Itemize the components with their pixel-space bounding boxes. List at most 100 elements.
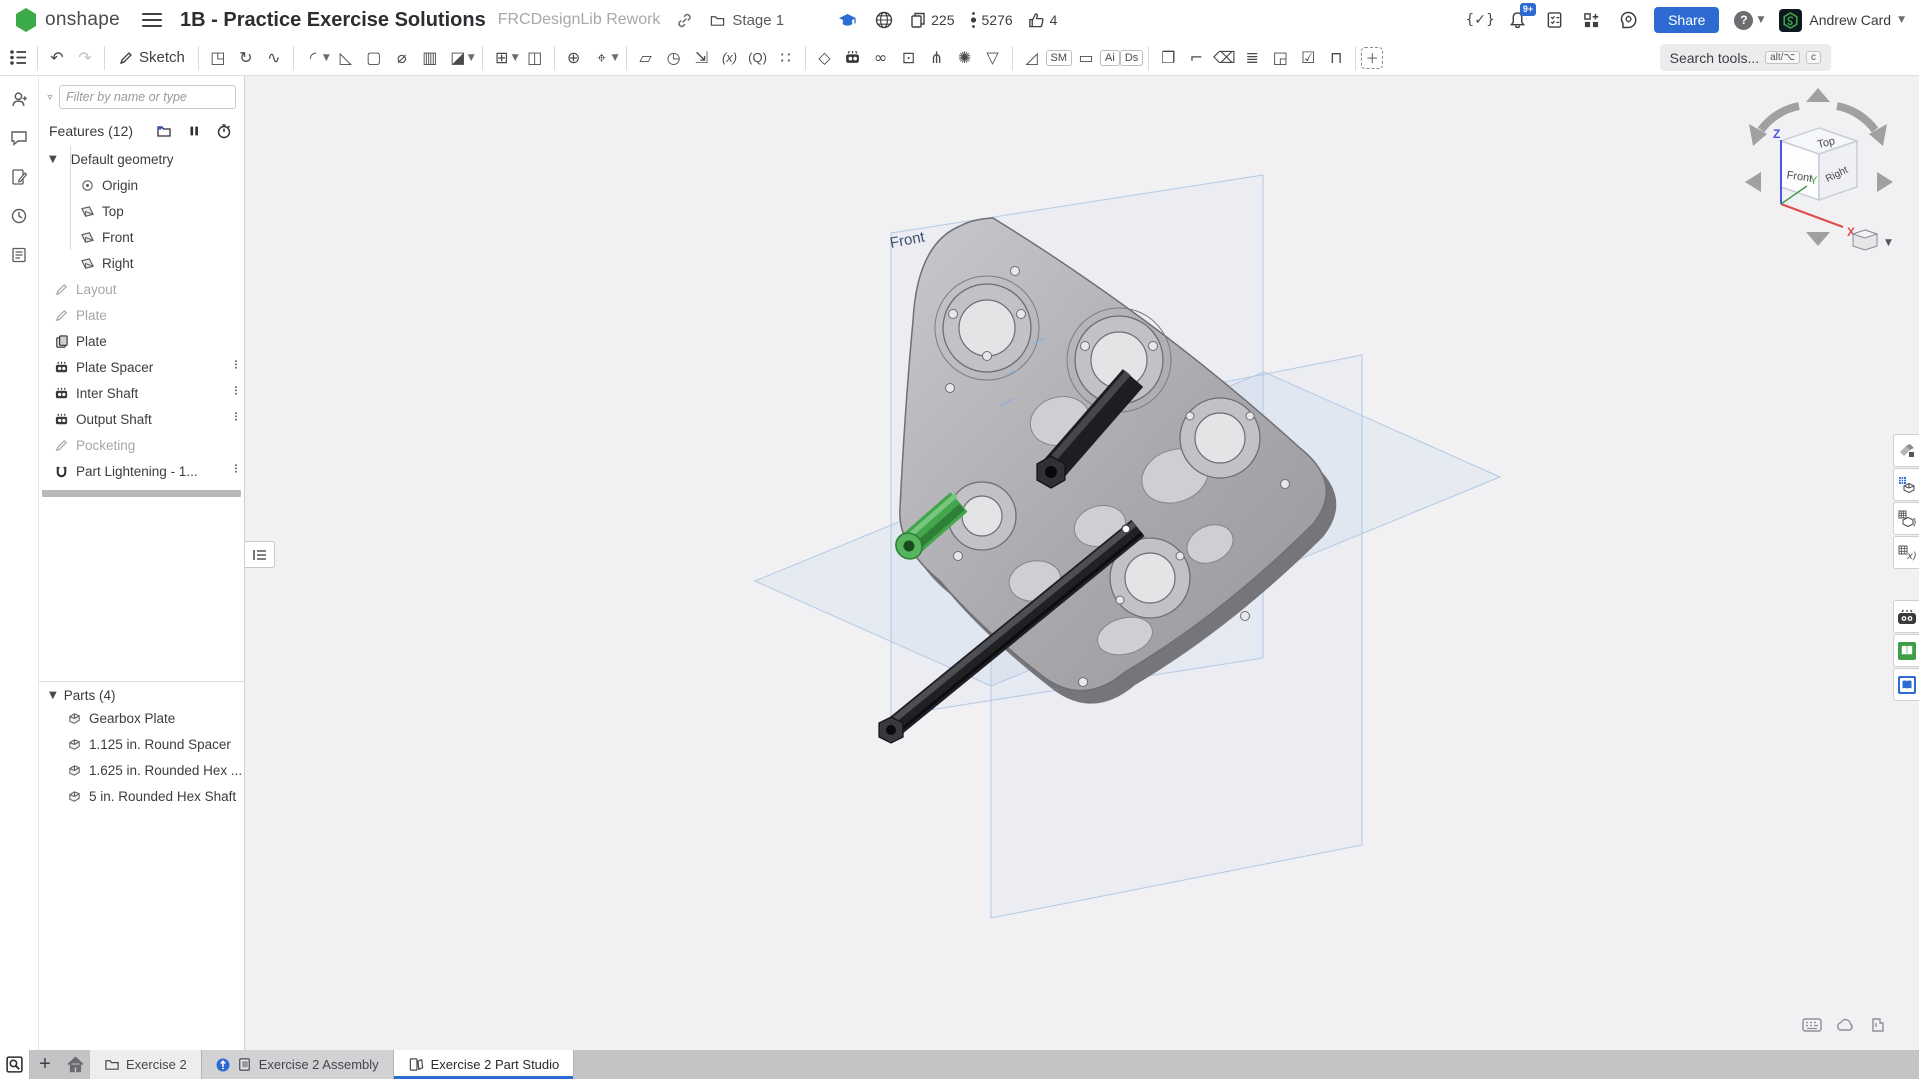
history-icon[interactable] (8, 205, 30, 227)
custom-feature-icon[interactable]: ⊡ (895, 44, 923, 72)
origin-marker[interactable] (1122, 525, 1130, 533)
green-library-panel-tab[interactable] (1893, 634, 1919, 667)
ai-advisor-icon[interactable] (1617, 9, 1639, 31)
suppress-icon[interactable] (184, 120, 204, 142)
comments-icon[interactable] (8, 127, 30, 149)
featurescript-icon[interactable]: {✓} (1469, 9, 1491, 31)
move-face-icon[interactable]: ⌐ (1182, 44, 1210, 72)
pan-left-icon[interactable] (1745, 172, 1761, 192)
tree-item-plate-spacer[interactable]: Plate Spacer ⁝ (39, 354, 244, 380)
plane-icon[interactable]: ▱ (632, 44, 660, 72)
tree-item-front-plane[interactable]: Front (39, 224, 244, 250)
help-button[interactable]: ? (1734, 11, 1753, 30)
chamfer-icon[interactable]: ◺ (332, 44, 360, 72)
gear-icon[interactable]: ✺ (951, 44, 979, 72)
share-button[interactable]: Share (1654, 7, 1719, 33)
pan-right-icon[interactable] (1877, 172, 1893, 192)
tree-item-origin[interactable]: Origin (39, 172, 244, 198)
add-custom-tool-button[interactable]: ＋ (1361, 47, 1383, 69)
nameplate-icon[interactable]: ▭ (1072, 44, 1100, 72)
blue-library-panel-tab[interactable] (1893, 668, 1919, 701)
helix-icon[interactable]: ◷ (660, 44, 688, 72)
slot-icon[interactable]: ⊓ (1322, 44, 1350, 72)
search-tools-box[interactable]: Search tools... alt/⌥ c (1660, 44, 1831, 71)
versions-icon[interactable] (8, 166, 30, 188)
new-folder-icon[interactable] (154, 120, 174, 142)
view-cube[interactable]: Top Front Right Z X Y ▼ (1737, 84, 1901, 256)
mirror-icon[interactable]: ◫ (521, 44, 549, 72)
workspace-breadcrumb[interactable]: Stage 1 (709, 12, 784, 29)
sketch-button[interactable]: Sketch (110, 49, 193, 66)
tree-item-output-shaft[interactable]: Output Shaft ⁝ (39, 406, 244, 432)
avatar[interactable] (1779, 9, 1802, 32)
part-item-hex-shaft[interactable]: 5 in. Rounded Hex Shaft (39, 783, 244, 809)
fill-surface-icon[interactable]: ◲ (1266, 44, 1294, 72)
cloud-status-icon[interactable] (1834, 1014, 1856, 1036)
tab-exercise-2[interactable]: Exercise 2 (90, 1050, 202, 1079)
likes-counter[interactable]: 4 (1028, 12, 1058, 29)
onshape-logo[interactable]: onshape (14, 7, 120, 33)
user-name[interactable]: Andrew Card (1809, 12, 1891, 28)
filter-icon[interactable] (47, 89, 53, 106)
fillet-menu-icon[interactable]: ▼ (323, 53, 330, 63)
sweep-icon[interactable]: ∿ (260, 44, 288, 72)
hole-icon[interactable]: ⌀ (388, 44, 416, 72)
rollback-bar[interactable] (42, 490, 241, 497)
tree-item-layout-sketch[interactable]: Layout (39, 276, 244, 302)
belt-icon[interactable]: ⋔ (923, 44, 951, 72)
help-caret-icon[interactable]: ▼ (1757, 15, 1764, 25)
configured-features-panel-tab[interactable]: } (1893, 502, 1919, 535)
filter-feature-icon[interactable]: ▽ (979, 44, 1007, 72)
tree-item-default-geometry[interactable]: ▼ Default geometry (39, 146, 244, 172)
part-item-round-spacer[interactable]: 1.125 in. Round Spacer (39, 731, 244, 757)
derived-icon[interactable]: ⇲ (688, 44, 716, 72)
followers-counter[interactable]: 5276 (970, 11, 1013, 29)
shell-icon[interactable]: ▢ (360, 44, 388, 72)
view-options-button[interactable]: ▼ (1853, 230, 1892, 250)
copies-counter[interactable]: 225 (910, 12, 954, 29)
rotate-right-icon[interactable] (1837, 106, 1875, 130)
tilt-down-icon[interactable] (1806, 232, 1830, 246)
exploded-view-icon[interactable]: ∷ (772, 44, 800, 72)
keyboard-shortcuts-icon[interactable] (1801, 1014, 1823, 1036)
part-item-gearbox-plate[interactable]: Gearbox Plate (39, 705, 244, 731)
notifications-bell-icon[interactable]: 9+ (1506, 9, 1528, 31)
tree-item-part-lightening[interactable]: Part Lightening - 1... ⁝ (39, 458, 244, 484)
panel-flyout-handle[interactable] (245, 541, 275, 568)
document-title[interactable]: 1B - Practice Exercise Solutions (180, 9, 486, 32)
configurations-panel-tab[interactable] (1893, 468, 1919, 501)
row-menu-icon[interactable]: ⁝ (234, 462, 238, 477)
revolve-icon[interactable]: ↻ (232, 44, 260, 72)
user-menu-caret-icon[interactable]: ▼ (1898, 15, 1905, 25)
sheet-metal-chip[interactable]: SM (1046, 50, 1073, 66)
boolean-icon[interactable]: ⊕ (560, 44, 588, 72)
mkcad-docs-panel-tab[interactable] (1893, 600, 1919, 633)
rib-icon[interactable]: ▥ (416, 44, 444, 72)
pattern-menu-icon[interactable]: ▼ (512, 53, 519, 63)
tree-item-inter-shaft[interactable]: Inter Shaft ⁝ (39, 380, 244, 406)
surface-book-icon[interactable]: ❐ (1154, 44, 1182, 72)
appearance-panel-tab[interactable] (1893, 434, 1919, 467)
variable-lookup-icon[interactable]: (Q) (744, 44, 772, 72)
check-interference-icon[interactable]: ☑ (1294, 44, 1322, 72)
sheet-metal-bend-icon[interactable]: ◿ (1018, 44, 1046, 72)
filter-input[interactable] (59, 85, 236, 109)
regen-time-icon[interactable] (214, 120, 234, 142)
tilt-up-icon[interactable] (1806, 88, 1830, 102)
tree-item-plate-sketch[interactable]: Plate (39, 302, 244, 328)
delete-face-icon[interactable]: ⌫ (1210, 44, 1238, 72)
undo-icon[interactable]: ↶ (43, 44, 71, 72)
machine-units-icon[interactable] (1867, 1014, 1889, 1036)
search-tabs-button[interactable] (0, 1050, 30, 1079)
home-tab-button[interactable] (60, 1050, 90, 1079)
release-notes-icon[interactable] (8, 244, 30, 266)
extrude-icon[interactable]: ◳ (204, 44, 232, 72)
tree-item-plate-extrude[interactable]: Plate (39, 328, 244, 354)
new-tab-button[interactable]: + (30, 1050, 60, 1079)
row-menu-icon[interactable]: ⁝ (234, 410, 238, 425)
row-menu-icon[interactable]: ⁝ (234, 358, 238, 373)
variable-icon[interactable]: (x) (716, 44, 744, 72)
tab-exercise-2-assembly[interactable]: Exercise 2 Assembly (202, 1050, 394, 1079)
collapse-icon[interactable]: ▼ (49, 154, 57, 165)
model-viewport[interactable]: Front Top Front Right Z X Y (245, 76, 1919, 1050)
